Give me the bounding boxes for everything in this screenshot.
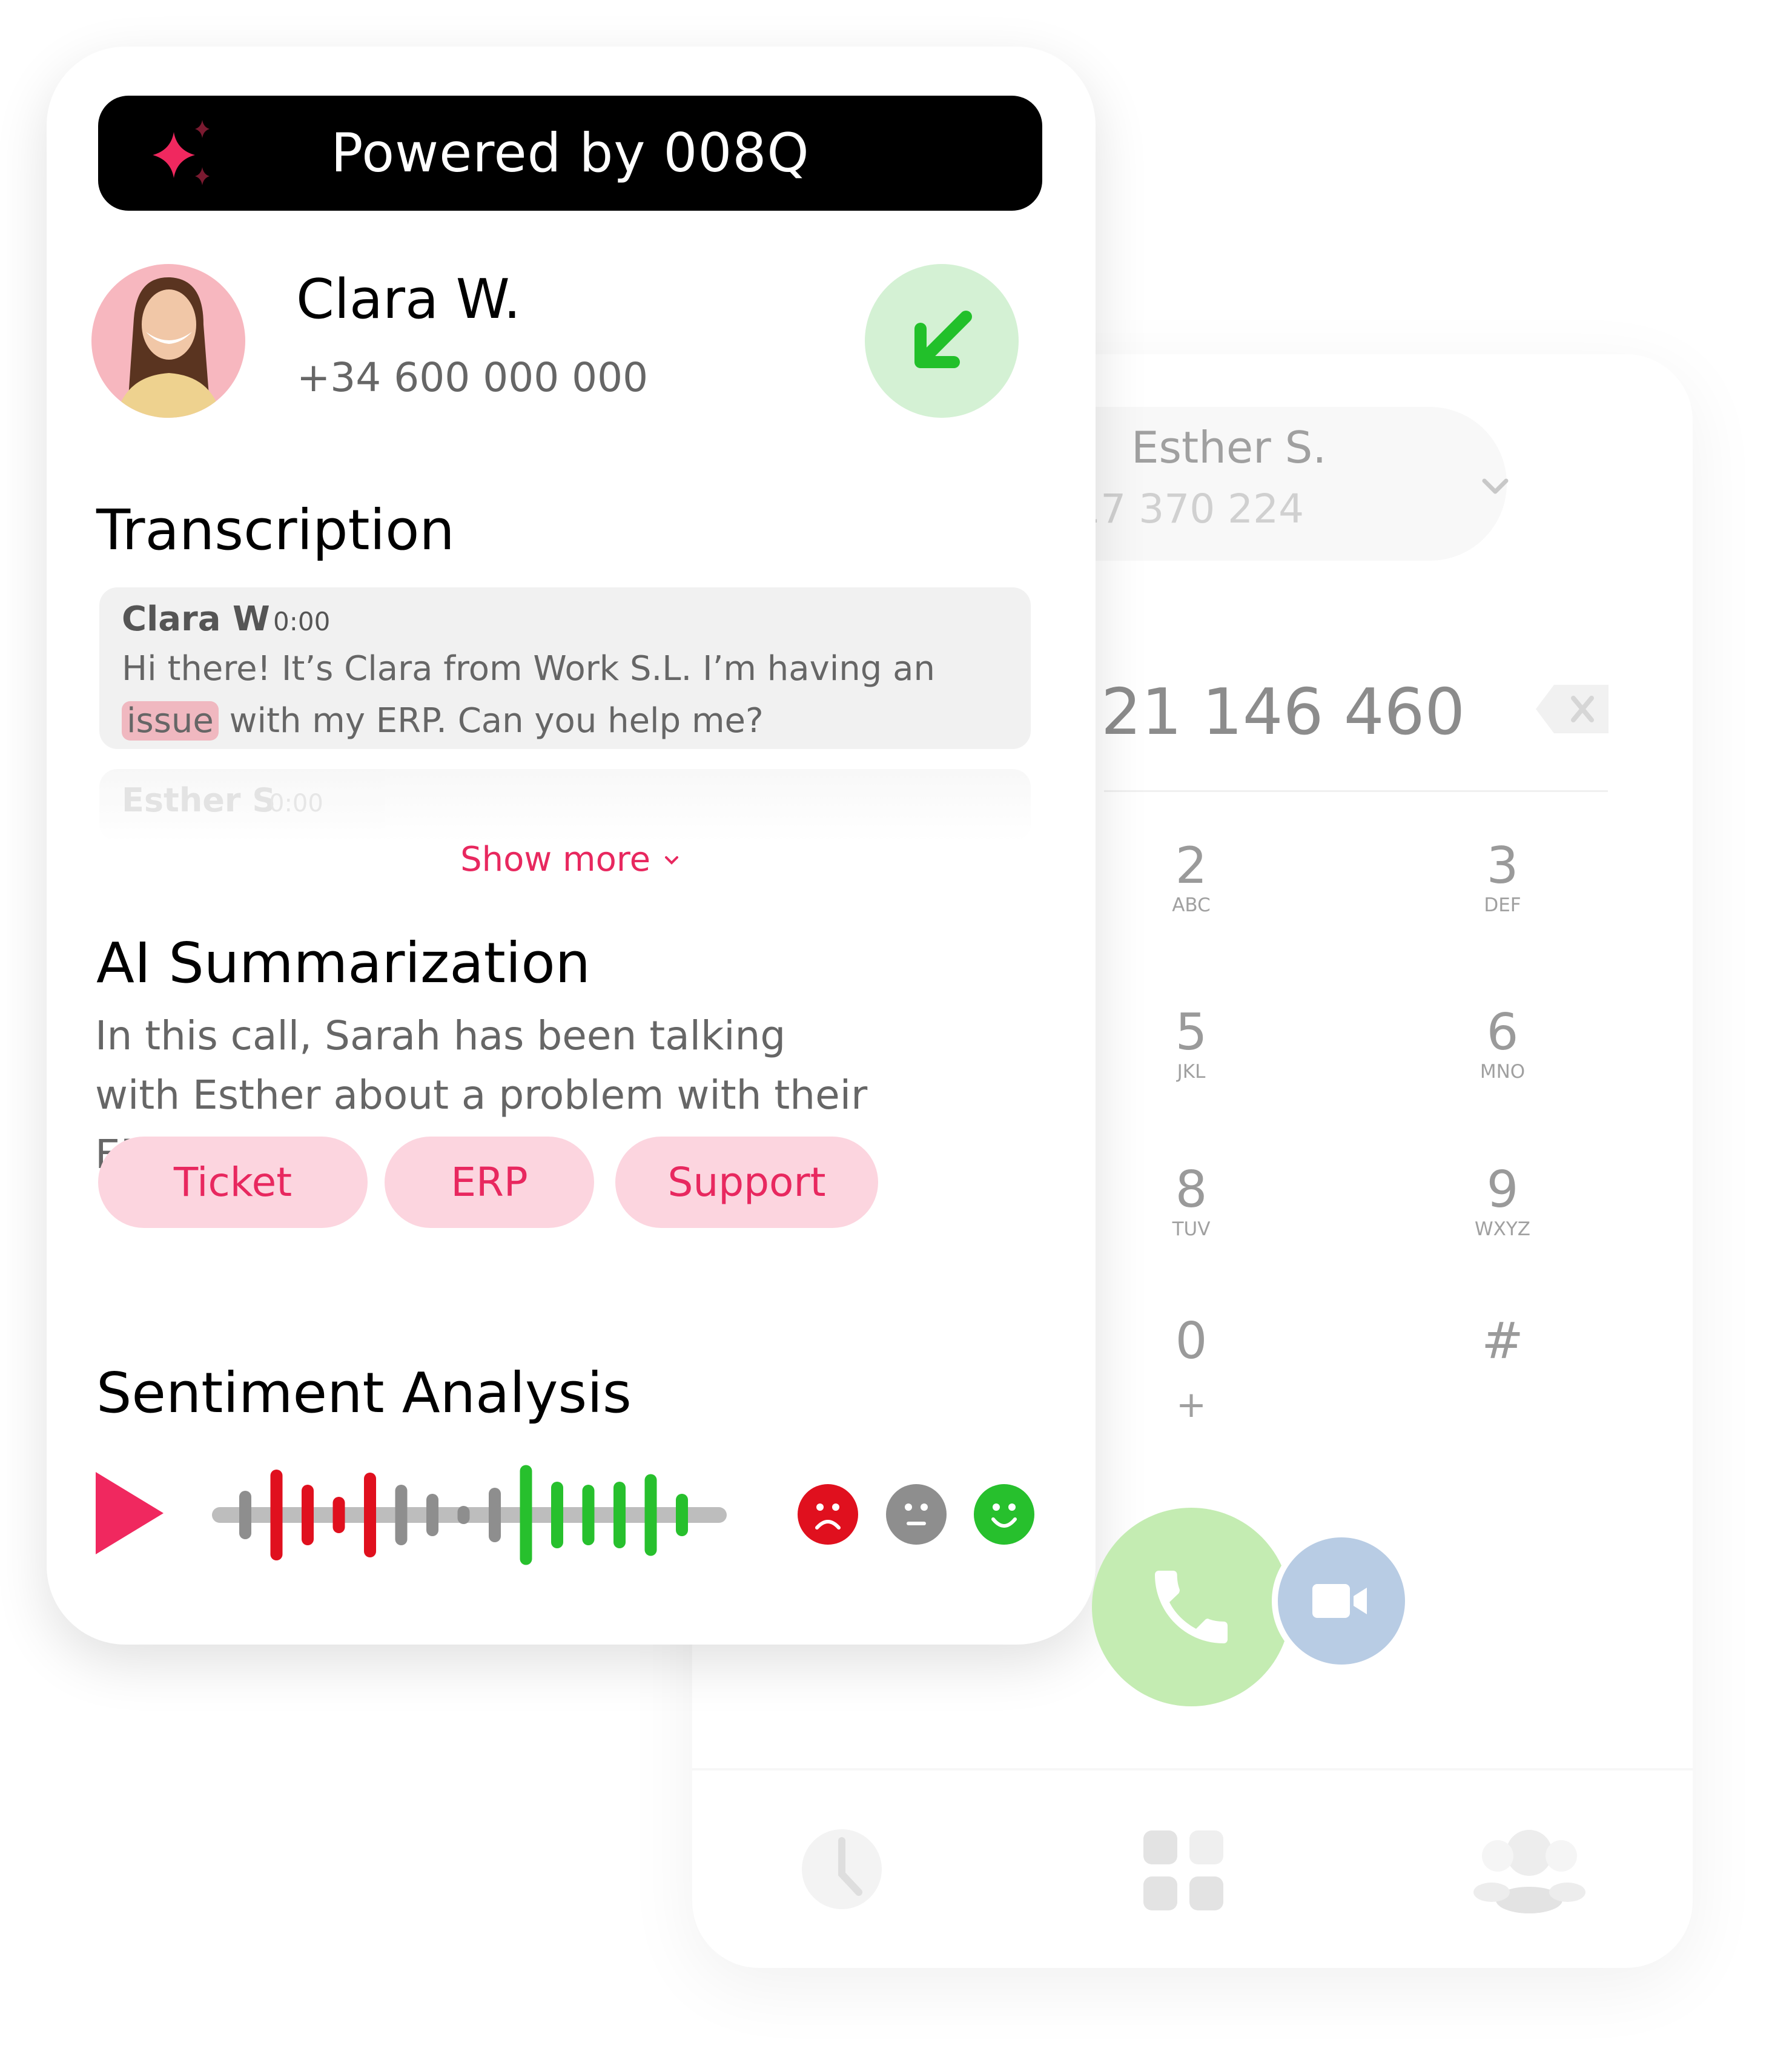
waveform-bar-negative [364, 1473, 376, 1557]
key-digit: 3 [1486, 836, 1519, 895]
key-digit: 8 [1175, 1160, 1208, 1219]
chevron-down-icon [664, 856, 678, 865]
caller-name: Clara W. [296, 268, 521, 331]
text: Hi there! It’s Clara from Work S.L. I’m … [122, 649, 935, 688]
text: with my ERP. Can you help me? [218, 701, 764, 741]
key-letters: TUV [1172, 1218, 1211, 1240]
tag-chip[interactable]: Support [615, 1137, 878, 1228]
key-digit: # [1481, 1312, 1524, 1370]
dialed-number[interactable]: 21 146 460 [1101, 675, 1465, 749]
waveform-bar-negative [302, 1485, 314, 1545]
waveform-bar-neutral [457, 1506, 470, 1524]
timestamp: 0:00 [269, 790, 323, 817]
key-0[interactable]: 0 + [1131, 1314, 1252, 1441]
speaker-name: Esther S [122, 781, 276, 819]
key-9[interactable]: 9 WXYZ [1442, 1163, 1563, 1241]
waveform-bar-positive [520, 1465, 532, 1565]
key-letters: MNO [1480, 1061, 1526, 1083]
transcript-entry: Clara W 0:00 Hi there! It’s Clara from W… [99, 587, 1031, 749]
show-more-label: Show more [460, 840, 651, 879]
incoming-arrow-icon [914, 311, 972, 368]
waveform-bar-positive [582, 1485, 595, 1545]
key-letters: WXYZ [1474, 1218, 1531, 1240]
neutral-sentiment-icon [886, 1484, 947, 1545]
key-digit: 6 [1486, 1003, 1519, 1061]
phone-icon [1155, 1571, 1228, 1643]
tag-chip[interactable]: ERP [385, 1137, 594, 1228]
chevron-down-icon[interactable] [1477, 467, 1513, 504]
tag-chip[interactable]: Ticket [98, 1137, 368, 1228]
powered-by-banner: Powered by 008Q [98, 96, 1042, 211]
waveform-bar-positive [644, 1474, 657, 1556]
clock-icon[interactable] [801, 1829, 883, 1910]
transcription-title: Transcription [96, 498, 455, 563]
nav-divider [692, 1768, 1693, 1771]
avatar [91, 264, 245, 418]
waveform-bar-positive [613, 1482, 626, 1548]
key-digit: 9 [1486, 1160, 1519, 1219]
waveform-bar-neutral [426, 1494, 438, 1536]
waveform-bar-neutral [395, 1485, 408, 1545]
waveform-bar-neutral [239, 1491, 251, 1539]
call-insights-card: Powered by 008Q Clara W. +34 600 000 000… [47, 47, 1096, 1645]
call-button[interactable] [1092, 1508, 1291, 1706]
waveform-bar-neutral [489, 1488, 501, 1542]
key-6[interactable]: 6 MNO [1442, 1005, 1563, 1084]
transcript-entry-faded: Esther S 0:00 [99, 769, 1031, 842]
key-8[interactable]: 8 TUV [1131, 1163, 1252, 1241]
key-3[interactable]: 3 DEF [1442, 839, 1563, 917]
positive-sentiment-icon [974, 1484, 1034, 1545]
contact-name: Esther S. [1131, 422, 1327, 473]
grid-icon[interactable] [1143, 1830, 1225, 1912]
key-letters: JKL [1177, 1061, 1206, 1083]
sentiment-title: Sentiment Analysis [96, 1361, 632, 1425]
divider [1104, 790, 1608, 792]
sentiment-waveform[interactable] [212, 1457, 727, 1573]
key-letters: ABC [1172, 894, 1211, 916]
transcript-text: Hi there! It’s Clara from Work S.L. I’m … [122, 643, 1018, 747]
play-icon[interactable] [96, 1472, 164, 1554]
backspace-icon[interactable] [1536, 685, 1609, 733]
incoming-call-badge [865, 264, 1019, 418]
key-letters: DEF [1484, 894, 1521, 916]
video-call-button[interactable] [1272, 1531, 1411, 1671]
timestamp: 0:00 [273, 607, 331, 636]
key-digit: 5 [1175, 1003, 1208, 1061]
waveform-bar-positive [551, 1482, 563, 1548]
speaker-name: Clara W [122, 599, 270, 639]
video-camera-icon [1312, 1584, 1367, 1618]
key-digit: 2 [1175, 836, 1208, 895]
show-more-button[interactable]: Show more [47, 840, 1096, 879]
banner-label: Powered by 008Q [331, 122, 810, 184]
caller-phone: +34 600 000 000 [297, 354, 649, 401]
key-hash[interactable]: # [1442, 1314, 1563, 1368]
key-5[interactable]: 5 JKL [1131, 1005, 1252, 1084]
contacts-icon[interactable] [1473, 1829, 1585, 1913]
summary-title: AI Summarization [96, 931, 590, 995]
key-2[interactable]: 2 ABC [1131, 839, 1252, 917]
key-digit: 0 [1175, 1312, 1208, 1370]
waveform-bar-negative [270, 1470, 283, 1560]
waveform-bar-negative [332, 1497, 345, 1533]
highlighted-keyword: issue [122, 701, 219, 741]
key-letters: + [1175, 1384, 1207, 1426]
waveform-bar-positive [676, 1494, 688, 1536]
negative-sentiment-icon [798, 1484, 858, 1545]
